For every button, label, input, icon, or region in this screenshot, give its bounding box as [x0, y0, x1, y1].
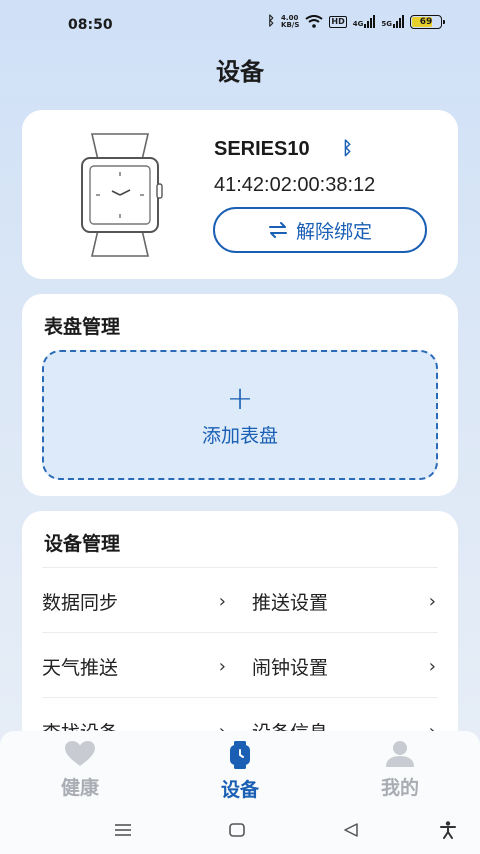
divider	[42, 567, 438, 568]
menu-item-label: 天气推送	[42, 656, 119, 679]
net-speed: 4.00 KB/S	[281, 13, 300, 29]
heart-icon	[65, 741, 95, 766]
wifi-icon	[305, 15, 324, 28]
menu-item-label: 推送设置	[252, 591, 329, 614]
home-icon[interactable]	[229, 823, 245, 837]
divider	[42, 632, 438, 633]
tab-device[interactable]: 设备	[180, 741, 300, 802]
menu-item-label: 闹钟设置	[252, 656, 329, 679]
device-mac-address: 41:42:02:00:38:12	[214, 174, 376, 196]
hd-badge: HD	[329, 15, 347, 28]
menu-item-data-sync[interactable]: 数据同步 ›	[42, 571, 226, 631]
plus-icon: +	[226, 378, 254, 417]
bluetooth-status-icon: ᛒ	[267, 14, 276, 29]
tab-label: 设备	[220, 779, 259, 801]
tab-label: 健康	[60, 777, 99, 799]
sim2-signal-icon: 5G	[381, 15, 404, 28]
dial-section-title: 表盘管理	[44, 316, 121, 338]
status-time: 08:50	[68, 17, 113, 33]
bluetooth-icon: ᛒ	[342, 138, 353, 159]
add-dial-label: 添加表盘	[201, 424, 278, 447]
menu-item-weather-push[interactable]: 天气推送 ›	[42, 636, 226, 696]
divider	[42, 697, 438, 698]
watch-icon	[230, 741, 250, 769]
swap-icon	[268, 222, 287, 238]
status-icons: ᛒ 4.00 KB/S HD 4G 5G 69	[267, 13, 445, 29]
watch-image	[81, 133, 163, 257]
battery-icon: 69	[410, 14, 445, 29]
person-icon	[386, 741, 414, 767]
menu-icon[interactable]	[114, 823, 132, 837]
unbind-button[interactable]: 解除绑定	[213, 207, 427, 253]
menu-item-alarm-settings[interactable]: 闹钟设置 ›	[252, 636, 436, 696]
sim2-label: 5G	[381, 20, 392, 28]
tab-label: 我的	[380, 777, 419, 799]
tab-mine[interactable]: 我的	[340, 741, 460, 800]
chevron-right-icon: ›	[218, 590, 226, 612]
manage-section-title: 设备管理	[44, 533, 121, 555]
back-icon[interactable]	[343, 823, 359, 837]
status-bar: 08:50 ᛒ 4.00 KB/S HD 4G 5G 69	[0, 0, 480, 50]
sim1-label: 4G	[352, 20, 364, 28]
chevron-right-icon: ›	[428, 590, 436, 612]
menu-item-label: 数据同步	[42, 591, 119, 614]
chevron-right-icon: ›	[218, 655, 226, 677]
tab-health[interactable]: 健康	[20, 741, 140, 800]
system-nav-bar	[0, 811, 480, 854]
battery-level: 69	[419, 16, 433, 27]
sim1-signal-icon: 4G	[353, 15, 376, 28]
add-dial-button[interactable]: + 添加表盘	[42, 350, 438, 480]
dial-management-card: 表盘管理 + 添加表盘	[22, 294, 458, 496]
unbind-label: 解除绑定	[295, 220, 372, 243]
menu-item-push-settings[interactable]: 推送设置 ›	[252, 571, 436, 631]
device-name: SERIES10	[214, 138, 310, 160]
device-card: SERIES10 ᛒ 41:42:02:00:38:12 解除绑定	[22, 110, 458, 279]
chevron-right-icon: ›	[428, 655, 436, 677]
bottom-tab-bar: 健康 设备 我的	[0, 731, 480, 811]
accessibility-icon[interactable]	[440, 821, 456, 839]
page-title: 设备	[216, 58, 264, 86]
